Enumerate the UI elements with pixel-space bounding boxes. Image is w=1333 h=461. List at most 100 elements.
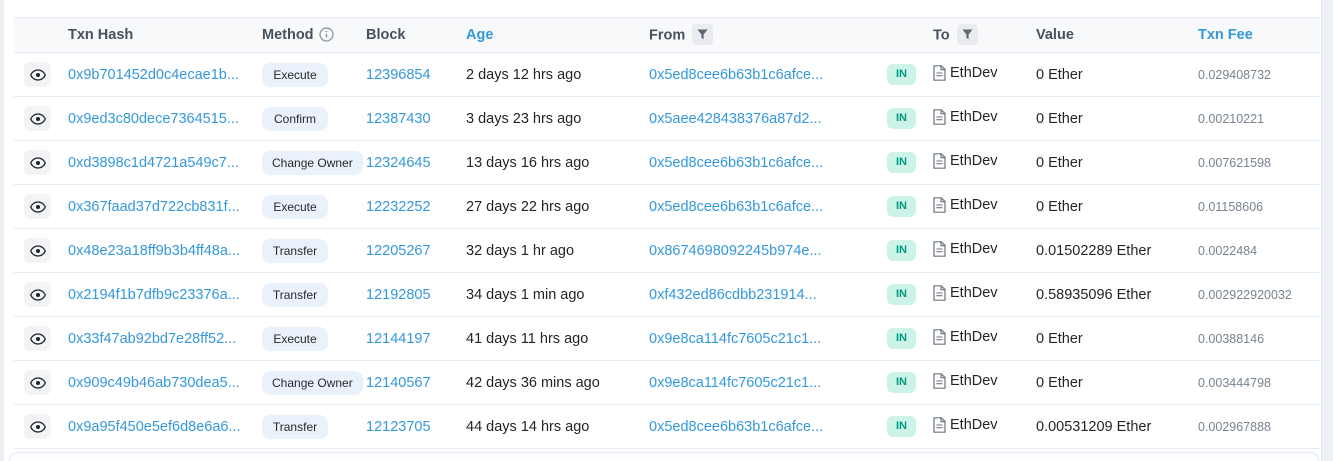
table-row: 0x367faad37d722cb831f... Execute 1223225… (14, 185, 1320, 229)
method-badge: Transfer (262, 239, 328, 263)
funnel-icon (697, 29, 708, 40)
table-row: 0x909c49b46ab730dea5... Change Owner 121… (14, 361, 1320, 405)
view-txn-preview-button[interactable] (24, 106, 51, 131)
view-txn-preview-button[interactable] (24, 326, 51, 351)
txn-hash-link[interactable]: 0x9a95f450e5ef6d8e6a6... (68, 419, 241, 435)
from-address-link[interactable]: 0x8674698092245b974e... (649, 243, 822, 259)
contract-document-icon (933, 65, 946, 81)
value-text: 0 Ether (1036, 331, 1083, 347)
block-link[interactable]: 12140567 (366, 375, 431, 391)
header-txn-hash-label: Txn Hash (68, 27, 133, 43)
direction-badge: IN (887, 372, 916, 393)
funnel-icon (962, 29, 973, 40)
view-txn-preview-button[interactable] (24, 238, 51, 263)
direction-badge: IN (887, 284, 916, 305)
from-address-link[interactable]: 0x5ed8cee6b63b1c6afce... (649, 419, 823, 435)
block-link[interactable]: 12387430 (366, 111, 431, 127)
page-left-gutter (0, 0, 4, 461)
from-address-link[interactable]: 0x5aee428438376a87d2... (649, 111, 822, 127)
table-header-row: Txn Hash Method Block Age From To Value … (14, 18, 1320, 53)
transactions-page: Txn Hash Method Block Age From To Value … (0, 0, 1333, 461)
to-address-link[interactable]: EthDev (950, 417, 998, 433)
direction-badge: IN (887, 416, 916, 437)
direction-badge: IN (887, 108, 916, 129)
txn-hash-link[interactable]: 0xd3898c1d4721a549c7... (68, 155, 239, 171)
eye-icon (30, 421, 46, 433)
block-link[interactable]: 12232252 (366, 199, 431, 215)
header-value-label: Value (1036, 27, 1074, 43)
block-link[interactable]: 12123705 (366, 419, 431, 435)
view-txn-preview-button[interactable] (24, 150, 51, 175)
direction-badge: IN (887, 152, 916, 173)
from-address-link[interactable]: 0x9e8ca114fc7605c21c1... (649, 331, 821, 347)
header-txn-fee-sort[interactable]: Txn Fee (1196, 18, 1320, 53)
view-txn-preview-button[interactable] (24, 62, 51, 87)
table-row: 0xd3898c1d4721a549c7... Change Owner 123… (14, 141, 1320, 185)
to-address-link[interactable]: EthDev (950, 109, 998, 125)
direction-badge: IN (887, 240, 916, 261)
header-block: Block (364, 18, 464, 53)
to-address-link[interactable]: EthDev (950, 373, 998, 389)
header-eye-column (14, 18, 66, 53)
header-age-sort[interactable]: Age (464, 18, 647, 53)
eye-icon (30, 201, 46, 213)
table-row: 0x9b701452d0c4ecae1b... Execute 12396854… (14, 53, 1320, 97)
to-address-link[interactable]: EthDev (950, 241, 998, 257)
txn-hash-link[interactable]: 0x2194f1b7dfb9c23376a... (68, 287, 240, 303)
header-to-label: To (933, 27, 950, 43)
direction-badge: IN (887, 196, 916, 217)
from-address-link[interactable]: 0x5ed8cee6b63b1c6afce... (649, 199, 823, 215)
table-body: 0x9b701452d0c4ecae1b... Execute 12396854… (14, 53, 1320, 449)
to-address-link[interactable]: EthDev (950, 65, 998, 81)
contract-document-icon (933, 285, 946, 301)
txn-hash-link[interactable]: 0x9b701452d0c4ecae1b... (68, 67, 239, 83)
view-txn-preview-button[interactable] (24, 194, 51, 219)
age-text: 41 days 11 hrs ago (466, 331, 588, 347)
from-filter-button[interactable] (692, 24, 713, 45)
txn-hash-link[interactable]: 0x367faad37d722cb831f... (68, 199, 240, 215)
to-filter-button[interactable] (957, 24, 978, 45)
txn-fee-text: 0.003444798 (1198, 376, 1271, 390)
page-right-gutter (1321, 0, 1333, 461)
block-link[interactable]: 12205267 (366, 243, 431, 259)
block-link[interactable]: 12396854 (366, 67, 431, 83)
txn-hash-link[interactable]: 0x33f47ab92bd7e28ff52... (68, 331, 236, 347)
header-txn-fee-label: Txn Fee (1198, 27, 1253, 43)
header-direction-column (885, 18, 931, 53)
from-address-link[interactable]: 0x5ed8cee6b63b1c6afce... (649, 67, 823, 83)
block-link[interactable]: 12192805 (366, 287, 431, 303)
transactions-table-card: Txn Hash Method Block Age From To Value … (14, 17, 1320, 449)
to-address-link[interactable]: EthDev (950, 329, 998, 345)
age-text: 13 days 16 hrs ago (466, 155, 589, 171)
to-address-link[interactable]: EthDev (950, 197, 998, 213)
age-text: 27 days 22 hrs ago (466, 199, 589, 215)
header-to: To (931, 18, 1034, 53)
value-text: 0.01502289 Ether (1036, 243, 1151, 259)
eye-icon (30, 289, 46, 301)
to-address-link[interactable]: EthDev (950, 285, 998, 301)
info-circle-icon[interactable] (319, 27, 334, 42)
block-link[interactable]: 12144197 (366, 331, 431, 347)
view-txn-preview-button[interactable] (24, 414, 51, 439)
contract-document-icon (933, 153, 946, 169)
view-txn-preview-button[interactable] (24, 282, 51, 307)
header-from: From (647, 18, 885, 53)
method-badge: Change Owner (262, 151, 363, 175)
eye-icon (30, 377, 46, 389)
txn-hash-link[interactable]: 0x909c49b46ab730dea5... (68, 375, 240, 391)
eye-icon (30, 69, 46, 81)
from-address-link[interactable]: 0xf432ed86cdbb231914... (649, 287, 817, 303)
txn-hash-link[interactable]: 0x48e23a18ff9b3b4ff48a... (68, 243, 240, 259)
header-age-label: Age (466, 27, 493, 43)
header-txn-hash: Txn Hash (66, 18, 260, 53)
from-address-link[interactable]: 0x9e8ca114fc7605c21c1... (649, 375, 821, 391)
view-txn-preview-button[interactable] (24, 370, 51, 395)
age-text: 34 days 1 min ago (466, 287, 585, 303)
method-badge: Execute (262, 63, 328, 87)
header-method: Method (260, 18, 364, 53)
from-address-link[interactable]: 0x5ed8cee6b63b1c6afce... (649, 155, 823, 171)
block-link[interactable]: 12324645 (366, 155, 431, 171)
txn-hash-link[interactable]: 0x9ed3c80dece7364515... (68, 111, 239, 127)
to-address-link[interactable]: EthDev (950, 153, 998, 169)
contract-document-icon (933, 329, 946, 345)
